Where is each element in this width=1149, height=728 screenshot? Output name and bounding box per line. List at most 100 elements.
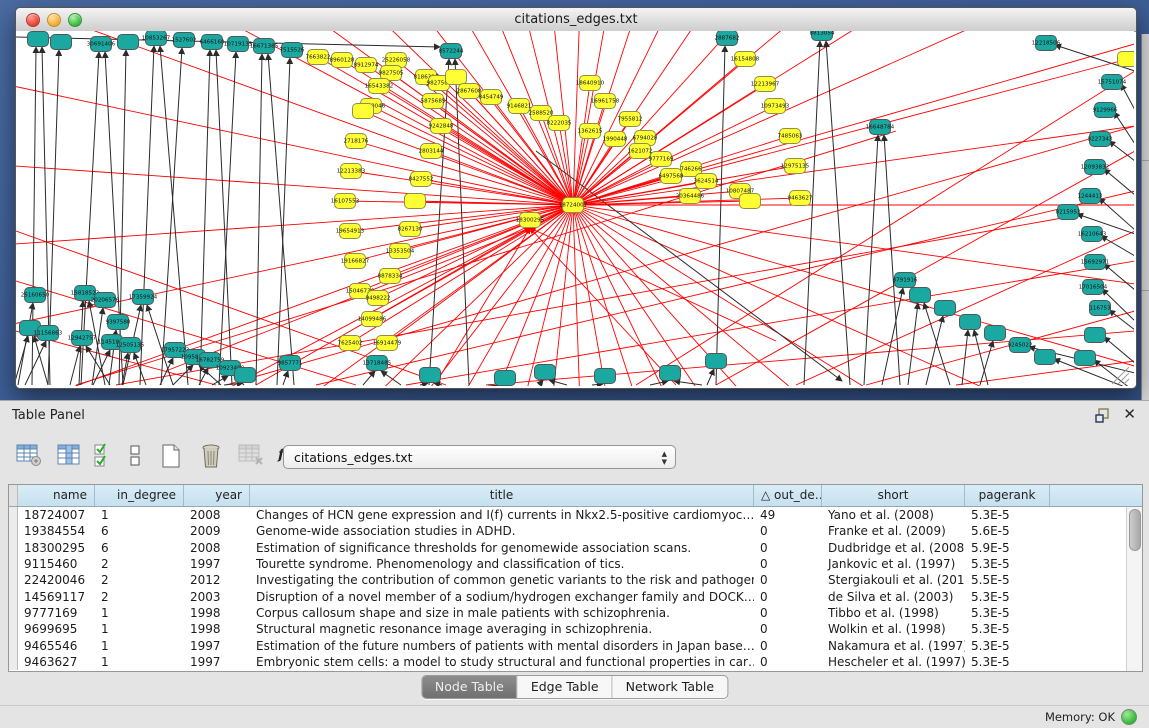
tab-edge-table[interactable]: Edge Table [518,676,613,698]
graph-node-2887682[interactable]: 2887682 [715,31,740,46]
graph-node-12975135[interactable]: 12975135 [781,159,810,174]
graph-node-9397588[interactable]: 9397588 [106,315,131,330]
table-row[interactable]: 1872400712008Changes of HCN gene express… [9,507,1142,523]
table-row[interactable]: 1938455462009Genome-wide association stu… [9,523,1142,539]
graph-node-16210643[interactable]: 16210643 [1078,227,1107,242]
graph-node-7485063[interactable]: 7485063 [778,129,803,144]
table-selector-dropdown[interactable]: citations_edges.txt ▲▼ [283,445,676,469]
graph-node[interactable] [118,35,139,50]
graph-node-18640910[interactable]: 18640910 [576,76,605,91]
unselect-all-columns-icon[interactable] [128,443,142,469]
graph-node[interactable] [51,35,72,50]
graph-node-1362615[interactable]: 1362615 [578,124,603,139]
table-row[interactable]: 1456911722003Disruption of a novel membe… [9,589,1142,605]
network-canvas[interactable]: 3069140610853267152760264661601071913516… [16,31,1134,386]
graph-node-8791916[interactable]: 8791916 [893,273,918,288]
graph-node-14099486[interactable]: 14099486 [358,312,387,327]
graph-node-16107553[interactable]: 16107553 [331,194,360,209]
column-header-title[interactable]: title [250,485,754,506]
graph-node-9857771[interactable]: 9857771 [278,356,303,371]
graph-node-12942757[interactable]: 12942757 [68,331,97,346]
table-row[interactable]: 911546021997Tourette syndrome. Phenomeno… [9,556,1142,572]
graph-node-8222035[interactable]: 8222035 [547,116,572,131]
graph-node-8878334[interactable]: 8878334 [378,269,403,284]
graph-node[interactable] [740,194,761,209]
graph-node-9777169[interactable]: 9777169 [649,152,674,167]
citation-network-graph[interactable]: 3069140610853267152760264661601071913516… [16,31,1134,386]
table-options-icon[interactable] [16,443,42,467]
graph-node-9463627[interactable]: 9463627 [788,191,813,206]
graph-node-8215953[interactable]: 8215953 [1056,205,1081,220]
graph-node-13718485[interactable]: 13718485 [363,356,392,371]
graph-node-12218506[interactable]: 12218506 [1032,36,1061,51]
graph-node[interactable] [1085,328,1106,343]
column-header-pagerank[interactable]: pagerank [965,485,1050,506]
graph-node-20206576[interactable]: 20206576 [91,293,120,308]
graph-node-13353504[interactable]: 13353504 [386,244,415,259]
graph-node-8572244[interactable]: 8572244 [439,44,464,59]
table-row[interactable]: 977716911998Corpus callosum shape and si… [9,605,1142,621]
graph-node-1527602[interactable]: 1527602 [172,33,197,48]
graph-node[interactable] [446,70,467,85]
graph-node-3624514[interactable]: 3624514 [694,174,719,189]
graph-node-12213967[interactable]: 12213967 [751,77,780,92]
column-header-name[interactable]: name [18,485,95,506]
graph-node-15692971[interactable]: 15692971 [1081,255,1110,270]
graph-node-12505135[interactable]: 12505135 [116,338,145,353]
graph-node-9242848[interactable]: 9242848 [429,119,454,134]
graph-node[interactable] [353,104,374,119]
table-row[interactable]: 946554611997Estimation of the future num… [9,638,1142,654]
select-all-columns-icon[interactable] [93,443,113,469]
show-columns-icon[interactable] [57,443,81,467]
close-panel-icon[interactable]: ✕ [1123,406,1136,423]
new-column-icon[interactable] [160,443,182,469]
graph-node-2718176[interactable]: 2718176 [344,134,369,149]
column-header-year[interactable]: year [184,485,250,506]
delete-table-icon[interactable] [238,443,264,467]
graph-node-1244413[interactable]: 1244413 [1078,189,1103,204]
graph-node-12093832[interactable]: 12093832 [1081,160,1109,175]
graph-node[interactable] [495,371,516,386]
graph-node-7663822[interactable]: 7663822 [306,50,331,65]
graph-node-9245022[interactable]: 9245022 [1008,338,1033,353]
scrollbar-thumb[interactable] [1129,509,1141,551]
graph-node-116753[interactable]: 116753 [1089,301,1111,316]
graph-node-19166827[interactable]: 19166827 [341,254,370,269]
graph-node[interactable] [1075,351,1096,366]
network-view-window[interactable]: citations_edges.txt 30691406108532671527… [15,7,1137,389]
delete-column-icon[interactable] [200,443,222,469]
table-row[interactable]: 946362711997Embryonic stem cells: a mode… [9,654,1142,670]
graph-node-25160650[interactable]: 25160650 [21,288,50,303]
graph-node[interactable] [28,32,49,47]
graph-node-9227343[interactable]: 9227343 [1088,132,1113,147]
graph-node-9498222[interactable]: 9498222 [366,291,391,306]
graph-node-20364486[interactable]: 20364486 [676,189,705,204]
graph-node-5875685[interactable]: 5875685 [421,94,446,109]
graph-node-16648784[interactable]: 16648784 [866,120,895,135]
graph-node-2803144[interactable]: 2803144 [419,144,444,159]
graph-node-11156863[interactable]: 11156863 [34,326,63,341]
graph-node-8912974[interactable]: 8912974 [354,58,379,73]
graph-node-17359924[interactable]: 17359924 [129,290,158,305]
graph-node[interactable] [706,354,727,369]
graph-node-6497568[interactable]: 6497568 [659,169,684,184]
graph-node-15751074[interactable]: 15751074 [1098,75,1127,90]
graph-node-16914479[interactable]: 16914479 [373,336,402,351]
column-header-in_degree[interactable]: in_degree [95,485,184,506]
graph-node-8813054[interactable]: 8813054 [810,31,835,41]
graph-node-8454749[interactable]: 8454749 [479,90,504,105]
window-titlebar[interactable]: citations_edges.txt [16,8,1136,32]
float-panel-icon[interactable] [1095,408,1111,423]
graph-node-9129966[interactable]: 9129966 [1093,103,1118,118]
graph-node-8960128[interactable]: 8960128 [330,53,355,68]
table-row[interactable]: 1830029562008Estimation of significance … [9,540,1142,556]
memory-indicator[interactable] [1121,709,1137,725]
graph-node[interactable] [660,366,681,381]
graph-node-10973493[interactable]: 10973493 [761,99,790,114]
graph-node[interactable] [910,288,931,303]
graph-node-12213383[interactable]: 12213383 [337,164,366,179]
graph-node-16671385[interactable]: 16671385 [250,39,279,54]
table-vertical-scrollbar[interactable] [1126,507,1142,671]
table-row[interactable]: 969969511998Structural magnetic resonanc… [9,621,1142,637]
graph-node[interactable] [985,326,1006,341]
